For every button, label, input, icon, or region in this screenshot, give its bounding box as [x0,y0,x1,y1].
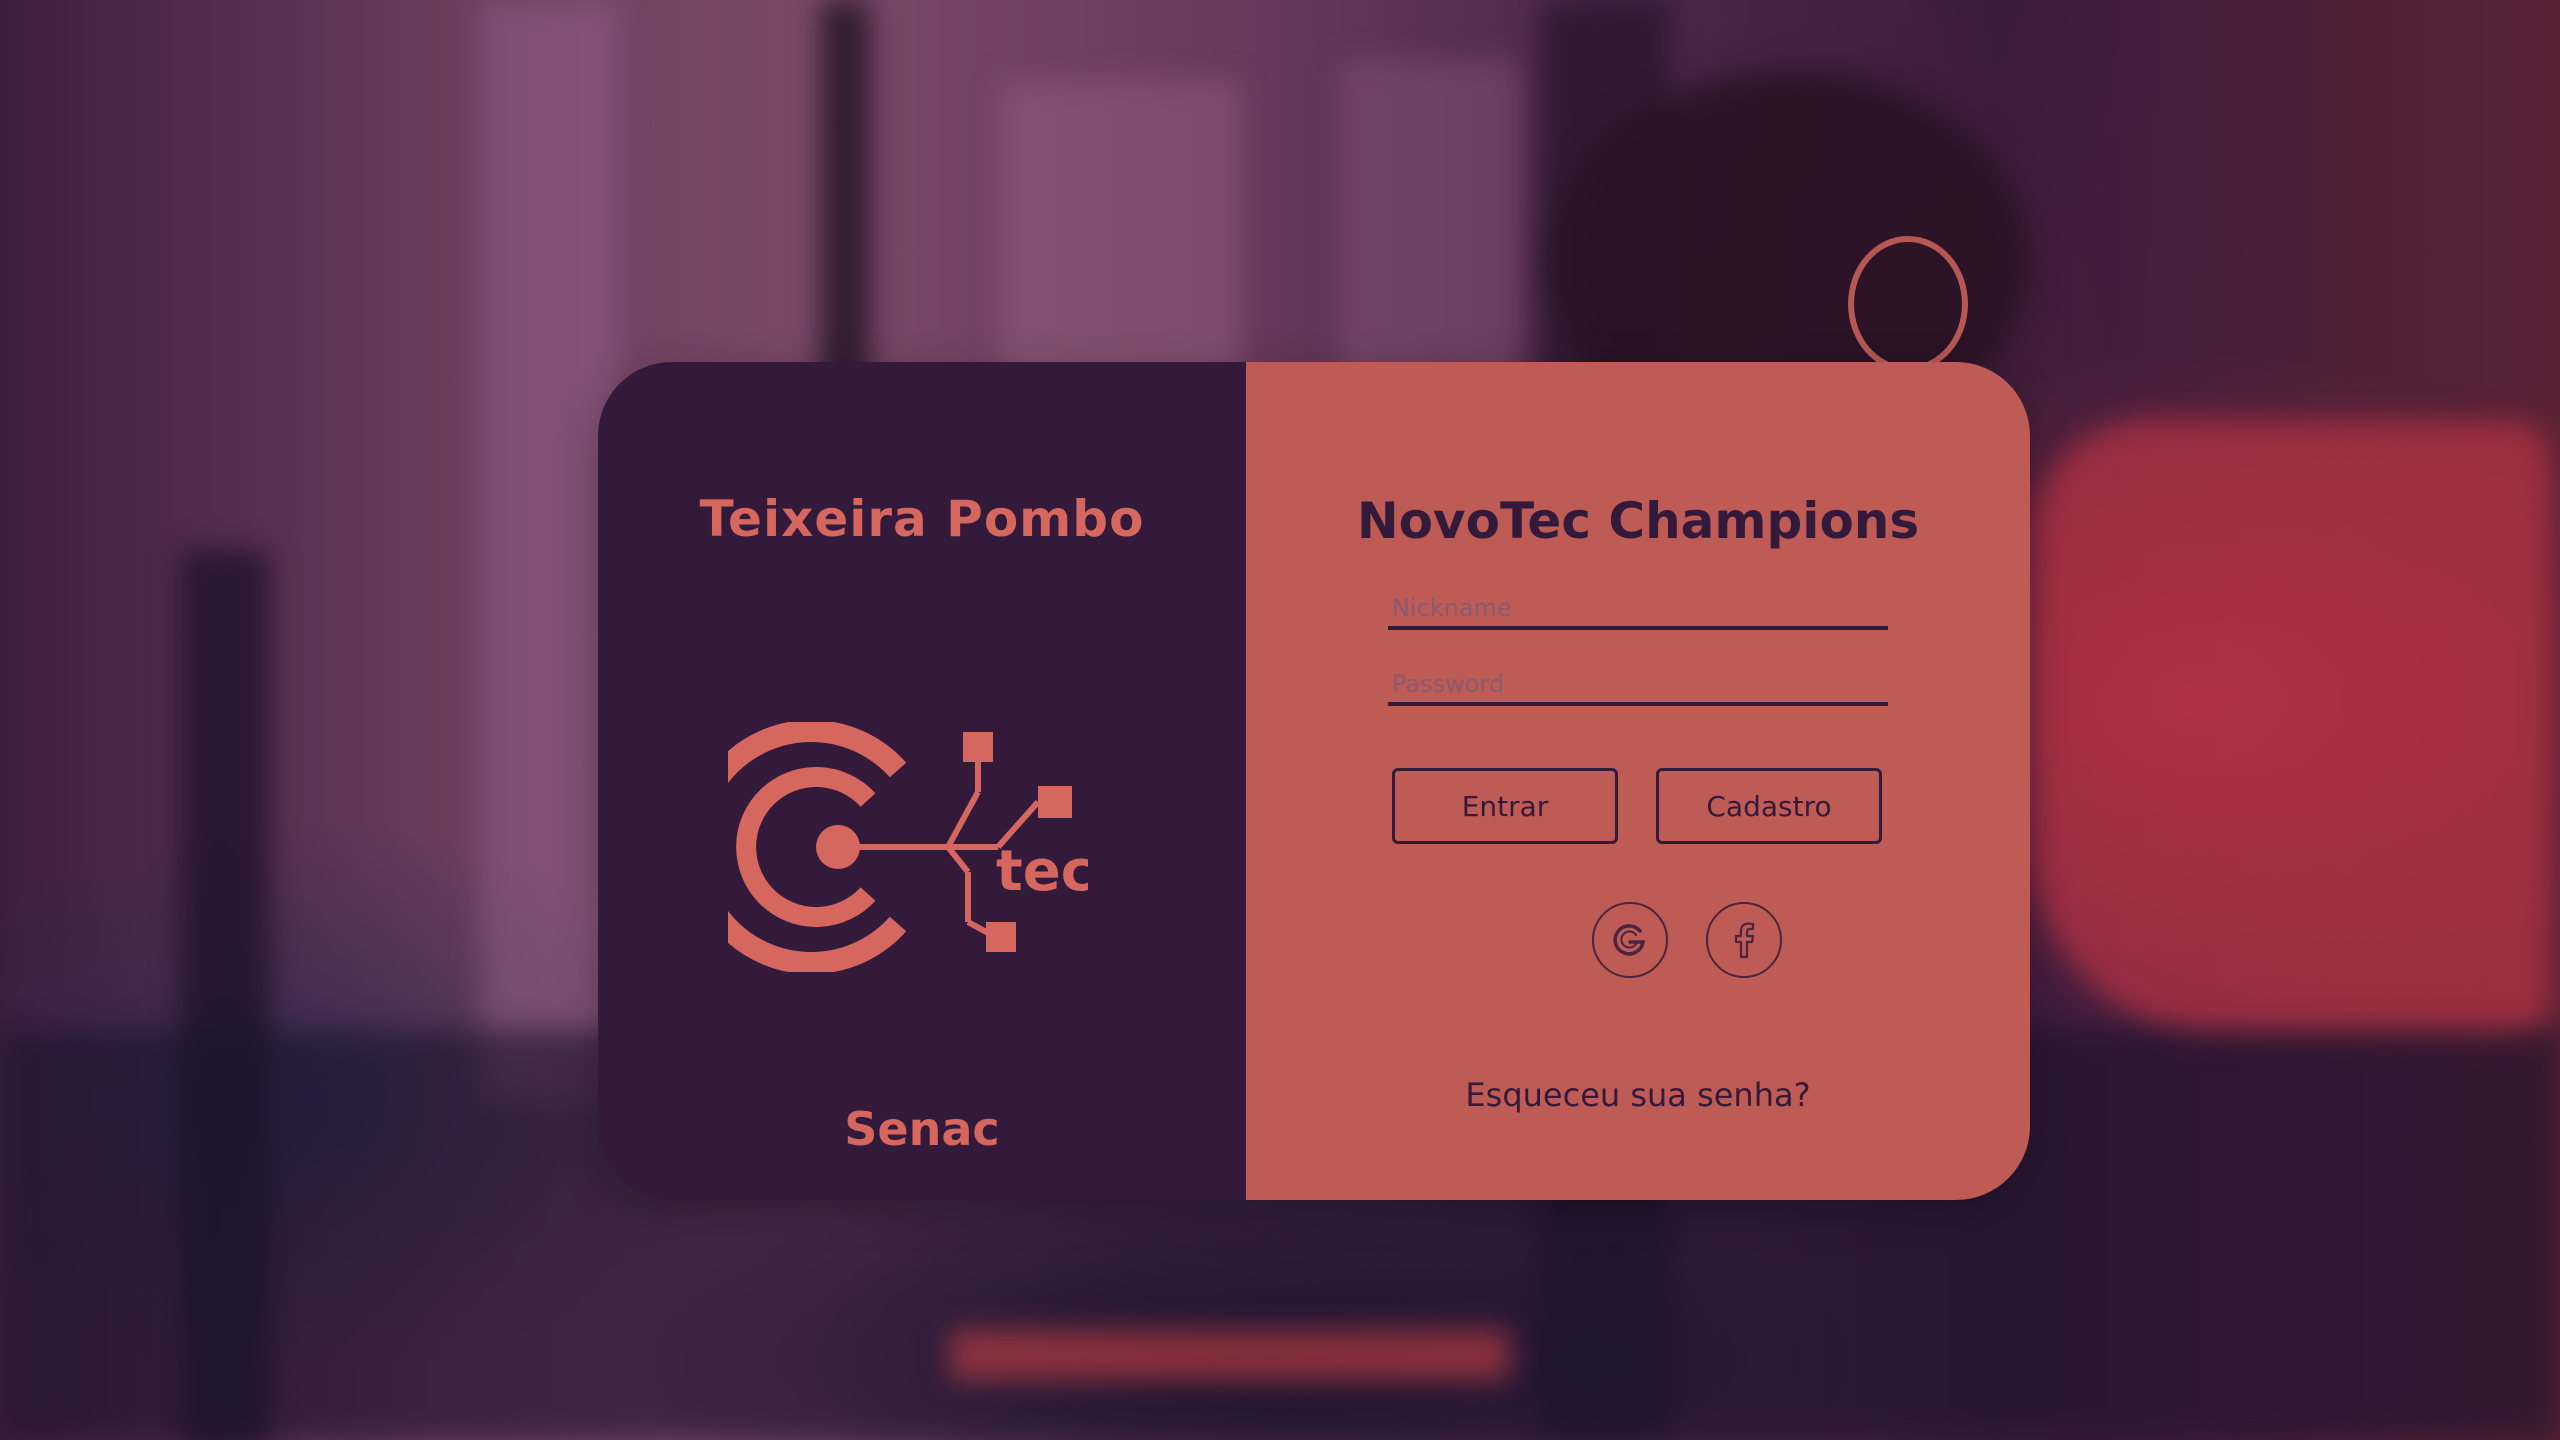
google-icon [1613,924,1646,956]
forgot-password-link[interactable]: Esqueceu sua senha? [1246,1076,2030,1114]
facebook-icon [1734,922,1755,959]
google-login-button[interactable] [1592,902,1668,978]
password-input[interactable] [1388,666,1888,706]
enter-button[interactable]: Entrar [1392,768,1618,844]
brand-panel: Teixeira Pombo tec Senac [598,362,1246,1200]
register-button[interactable]: Cadastro [1656,768,1882,844]
app-title: NovoTec Champions [1356,492,1920,550]
nickname-input[interactable] [1388,590,1888,630]
institution-name: Senac [844,1102,1000,1156]
login-card: Teixeira Pombo tec Senac NovoTec Champio… [598,362,2030,1200]
ctec-logo: tec [728,722,1088,972]
facebook-login-button[interactable] [1706,902,1782,978]
school-name: Teixeira Pombo [699,490,1145,548]
login-panel: NovoTec Champions Entrar Cadastro Esquec… [1246,362,2030,1200]
logo-text: tec [996,839,1088,904]
